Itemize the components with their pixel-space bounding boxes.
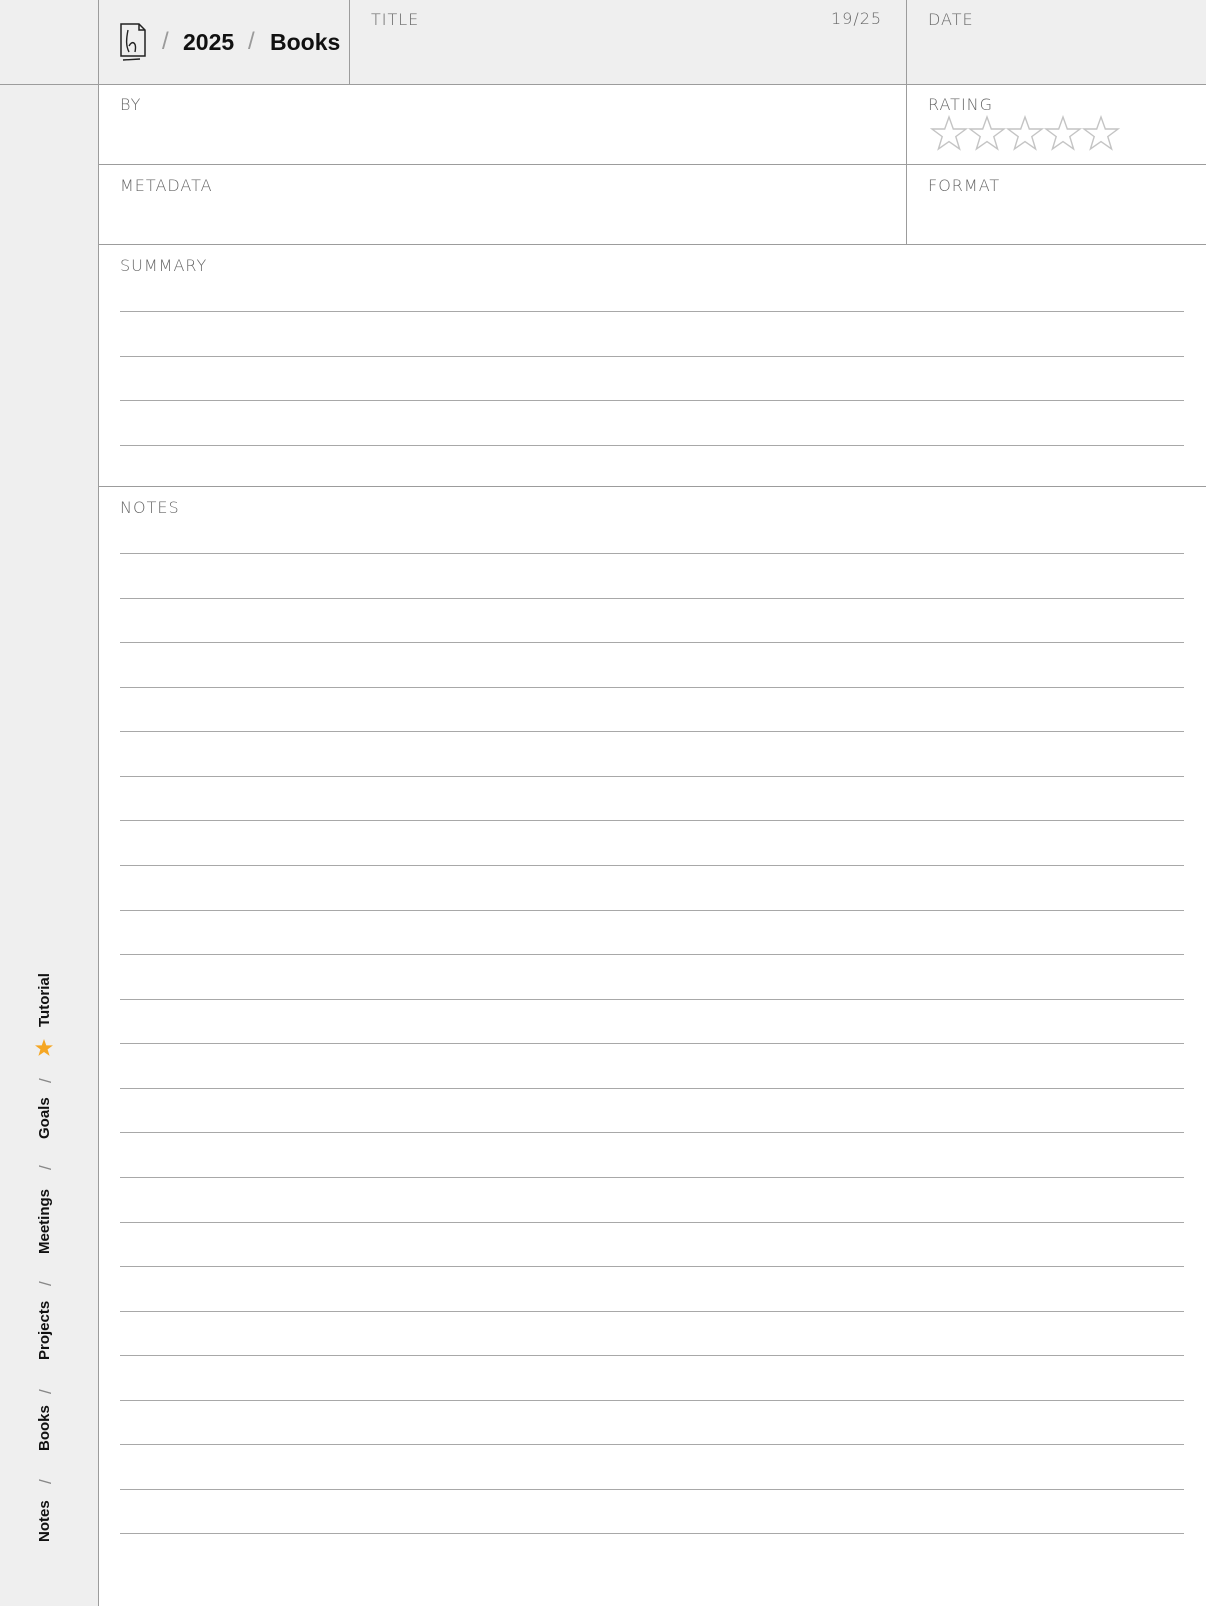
notes-line (120, 1311, 1184, 1312)
rating-star-5-icon[interactable] (1082, 115, 1120, 153)
notes-label: NOTES (120, 498, 180, 517)
by-label: BY (120, 95, 142, 114)
notes-line (120, 865, 1184, 866)
by-field[interactable] (100, 116, 902, 162)
sidebar (0, 84, 98, 1606)
date-label: DATE (928, 10, 974, 29)
metadata-field[interactable] (100, 196, 902, 242)
notes-line (120, 1266, 1184, 1267)
summary-line (120, 356, 1184, 357)
notes-line (120, 776, 1184, 777)
title-label: TITLE (371, 10, 420, 29)
notes-line (120, 598, 1184, 599)
format-field[interactable] (909, 196, 1199, 242)
sidebar-separator: / (36, 1479, 55, 1484)
sidebar-tab-meetings[interactable]: Meetings (36, 1189, 53, 1254)
notes-line (120, 1088, 1184, 1089)
star-icon (35, 1039, 53, 1056)
title-field[interactable] (352, 30, 902, 82)
breadcrumb-separator: / (248, 28, 255, 55)
sidebar-tab-tutorial[interactable]: Tutorial (36, 973, 53, 1027)
metadata-label: METADATA (120, 176, 213, 195)
summary-line (120, 400, 1184, 401)
home-notebook-icon[interactable] (118, 22, 148, 62)
notes-line (120, 999, 1184, 1000)
sidebar-tab-books[interactable]: Books (36, 1405, 53, 1451)
breadcrumb-section[interactable]: Books (270, 29, 340, 56)
summary-divider (98, 486, 1206, 487)
notes-line (120, 954, 1184, 955)
rating-star-1-icon[interactable] (930, 115, 968, 153)
rating-label: RATING (928, 95, 994, 114)
breadcrumb-divider (349, 0, 350, 84)
notes-line (120, 1222, 1184, 1223)
notes-line (120, 820, 1184, 821)
page-counter: 19/25 (831, 9, 883, 28)
notes-line (120, 553, 1184, 554)
notes-line (120, 1400, 1184, 1401)
notes-line (120, 642, 1184, 643)
notes-line (120, 910, 1184, 911)
breadcrumb-year[interactable]: 2025 (183, 29, 234, 56)
header-divider (0, 84, 1206, 85)
right-column-divider (906, 0, 907, 245)
notes-line (120, 731, 1184, 732)
notes-line (120, 1177, 1184, 1178)
rating-star-4-icon[interactable] (1044, 115, 1082, 153)
summary-label: SUMMARY (120, 256, 208, 275)
breadcrumb-separator: / (162, 28, 169, 55)
summary-line (120, 445, 1184, 446)
by-row-divider (98, 164, 1206, 165)
notes-line (120, 1533, 1184, 1534)
sidebar-separator: / (36, 1281, 55, 1286)
rating-star-2-icon[interactable] (968, 115, 1006, 153)
notes-line (120, 1355, 1184, 1356)
notes-line (120, 1444, 1184, 1445)
sidebar-tab-projects[interactable]: Projects (36, 1301, 53, 1360)
summary-line (120, 311, 1184, 312)
sidebar-tab-notes[interactable]: Notes (36, 1500, 53, 1542)
notes-line (120, 1132, 1184, 1133)
sidebar-separator: / (36, 1165, 55, 1170)
metadata-row-divider (98, 244, 1206, 245)
sidebar-divider (98, 0, 99, 1606)
notes-line (120, 1043, 1184, 1044)
format-label: FORMAT (928, 176, 1001, 195)
sidebar-separator: / (36, 1389, 55, 1394)
notes-line (120, 687, 1184, 688)
date-field[interactable] (909, 30, 1199, 82)
sidebar-separator: / (36, 1078, 55, 1083)
rating-star-3-icon[interactable] (1006, 115, 1044, 153)
sidebar-tab-goals[interactable]: Goals (36, 1097, 53, 1139)
notes-line (120, 1489, 1184, 1490)
